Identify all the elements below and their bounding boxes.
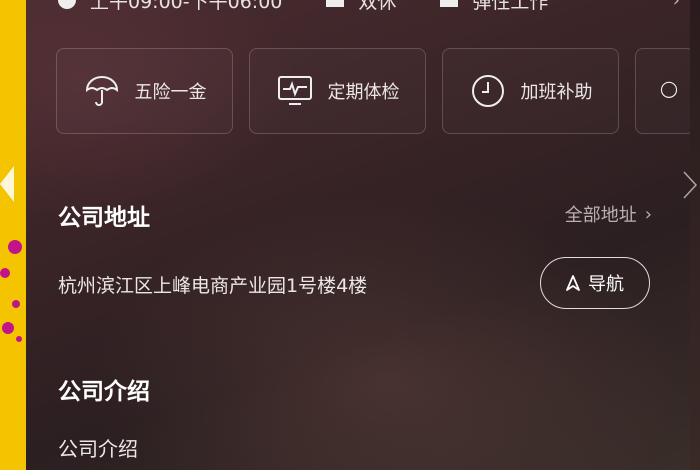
company-address: 杭州滨江区上峰电商产业园1号楼4楼 — [58, 275, 368, 297]
decor-dot — [12, 300, 20, 308]
navigation-arrow-icon — [566, 275, 580, 291]
chevron-right-icon: › — [644, 203, 652, 225]
clock-icon — [58, 0, 76, 9]
address-section-title: 公司地址 — [58, 205, 150, 231]
briefcase-icon — [440, 0, 459, 7]
work-mode: 弹性工作 — [440, 0, 548, 14]
chat-bubble-icon — [660, 81, 678, 98]
left-page-edge — [0, 0, 26, 470]
navigate-button[interactable]: 导航 — [540, 257, 650, 309]
clock-icon — [471, 75, 504, 107]
decor-dot — [0, 268, 10, 278]
umbrella-icon — [85, 76, 118, 106]
work-info-row: 上午09:00-下午06:00 双休 弹性工作 › — [58, 0, 680, 14]
benefit-more[interactable] — [635, 48, 695, 134]
benefits-row: 五险一金 定期体检 加班补助 — [56, 48, 695, 134]
benefit-checkup[interactable]: 定期体检 — [249, 48, 426, 134]
intro-section-title: 公司介绍 — [58, 379, 150, 405]
benefit-insurance[interactable]: 五险一金 — [56, 48, 233, 134]
decor-dot — [16, 336, 22, 342]
decor-dot — [2, 322, 14, 334]
work-hours-text: 上午09:00-下午06:00 — [90, 0, 283, 13]
all-addresses-link[interactable]: 全部地址 › — [565, 201, 652, 227]
benefit-overtime[interactable]: 加班补助 — [442, 48, 619, 134]
navigate-label: 导航 — [588, 274, 624, 295]
decor-dot — [8, 240, 22, 254]
next-page-arrow[interactable] — [680, 170, 698, 200]
all-addresses-label: 全部地址 — [564, 205, 637, 226]
work-mode-text: 弹性工作 — [472, 0, 549, 13]
work-hours: 上午09:00-下午06:00 — [58, 0, 282, 14]
benefit-label: 定期体检 — [327, 82, 400, 103]
monitor-heartbeat-icon — [277, 76, 312, 105]
prev-page-arrow[interactable] — [0, 166, 14, 202]
benefit-label: 加班补助 — [520, 82, 593, 103]
chevron-right-icon[interactable]: › — [673, 0, 680, 11]
right-page-edge — [690, 0, 700, 470]
intro-text: 公司介绍 — [58, 437, 138, 461]
rest-days: 双休 — [326, 0, 396, 14]
benefit-label: 五险一金 — [134, 82, 207, 103]
company-info-panel: 上午09:00-下午06:00 双休 弹性工作 › 五险一金 定期体检 加班补助… — [26, 0, 695, 470]
rest-days-text: 双休 — [358, 0, 397, 13]
calendar-icon — [326, 0, 345, 7]
